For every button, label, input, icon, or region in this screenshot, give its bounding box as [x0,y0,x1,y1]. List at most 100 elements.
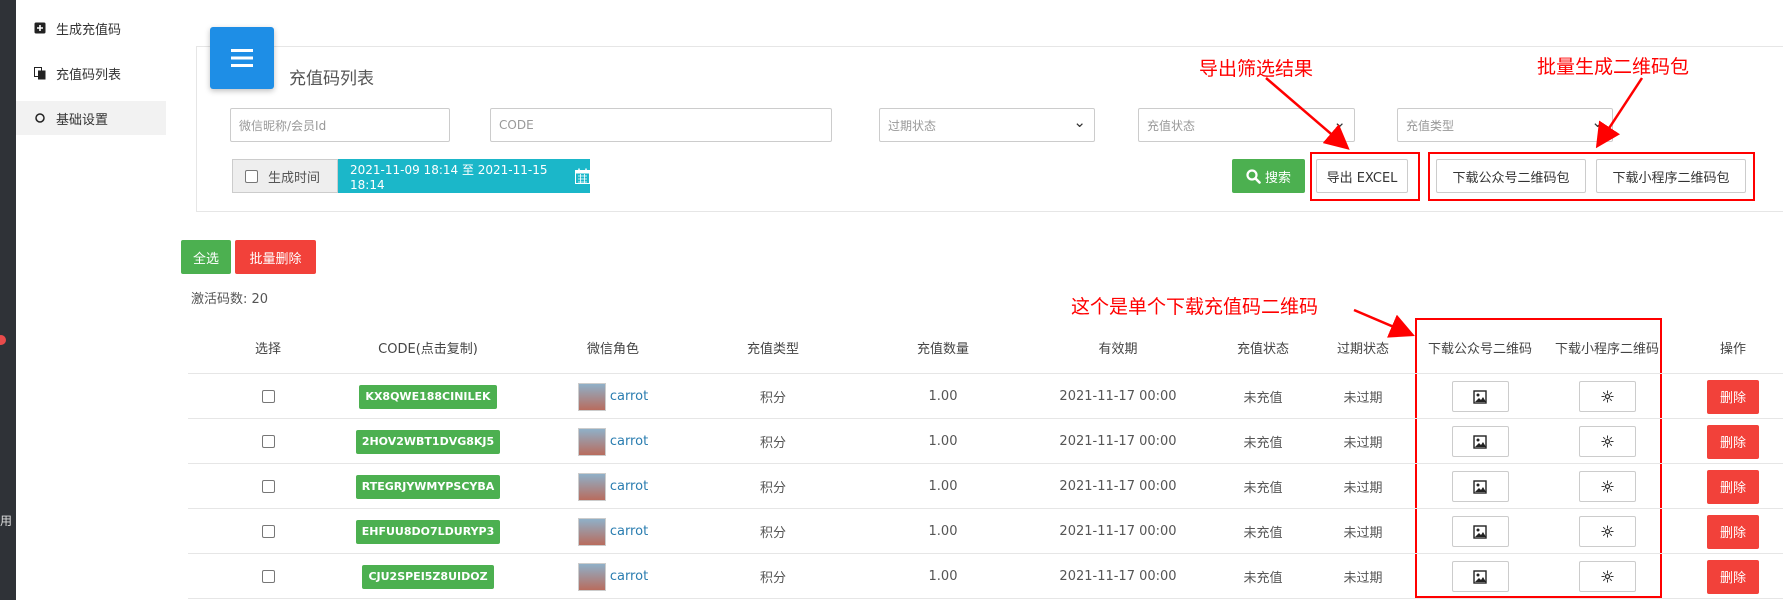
delete-button[interactable]: 删除 [1707,469,1759,504]
actions-cell: 删除 [1698,554,1768,599]
table-row: EHFUU8DO7LDURYP3 carrot 积分 1.00 2021-11-… [188,509,1783,554]
recharge-status-cell: 未充值 [1243,526,1283,541]
avatar [577,517,606,546]
download-mini-qr-button[interactable] [1578,516,1636,547]
table-row: KX8QWE188CINILEK carrot 积分 1.00 2021-11-… [188,374,1783,419]
download-mini-qr-button[interactable] [1578,426,1636,457]
avatar [577,427,606,456]
avatar [577,562,606,591]
header-recharge-amount: 充值数量 [916,342,969,357]
mini-program-icon [1601,570,1613,583]
row-checkbox[interactable] [261,390,275,403]
user-name[interactable]: carrot [610,569,648,584]
row-select-cell [238,554,298,599]
sidebar: 生成充值码 充值码列表 基础设置 [16,0,166,600]
amount-cell: 1.00 [928,569,958,584]
actions-cell: 删除 [1698,419,1768,464]
batch-arrow [1595,77,1644,149]
user-cell: carrot [558,509,668,554]
row-checkbox[interactable] [261,525,275,538]
mini-qr-cell [1552,374,1662,419]
actions-cell: 删除 [1698,374,1768,419]
mini-program-icon [1601,480,1613,493]
row-select-cell [238,374,298,419]
type-cell: 积分 [759,391,786,406]
row-select-cell [238,419,298,464]
download-official-qr-button[interactable] [1451,381,1509,412]
table-header: 选择 CODE(点击复制) 微信角色 充值类型 充值数量 有效期 充值状态 过期… [188,326,1783,374]
valid-cell: 2021-11-17 00:00 [1059,479,1177,494]
valid-cell: 2021-11-17 00:00 [1059,524,1177,539]
left-edge-bar: 用 [0,0,16,600]
amount-cell: 1.00 [928,434,958,449]
export-arrow [1265,77,1350,150]
actions-cell: 删除 [1698,509,1768,554]
user-name[interactable]: carrot [610,434,648,449]
download-official-qr-button[interactable] [1451,561,1509,592]
download-mini-qr-button[interactable] [1578,471,1636,502]
edge-text: 用 [0,514,13,528]
official-qr-cell [1425,554,1535,599]
user-name[interactable]: carrot [610,389,648,404]
header-select: 选择 [254,342,281,357]
download-official-qr-button[interactable] [1451,516,1509,547]
mini-qr-cell [1552,554,1662,599]
code-badge[interactable]: RTEGRJYWMYPSCYBA [355,474,501,499]
select-all-button[interactable]: 全选 [181,240,231,274]
row-checkbox[interactable] [261,480,275,493]
delete-button[interactable]: 删除 [1707,514,1759,549]
mini-program-icon [1601,525,1613,538]
batch-delete-button[interactable]: 批量删除 [235,240,316,274]
table-row: 2HOV2WBT1DVG8KJ5 carrot 积分 1.00 2021-11-… [188,419,1783,464]
recharge-status-cell: 未充值 [1243,436,1283,451]
row-checkbox[interactable] [261,570,275,583]
expire-status-cell: 未过期 [1343,436,1383,451]
amount-cell: 1.00 [928,389,958,404]
download-mini-qr-button[interactable] [1578,381,1636,412]
recharge-status-cell: 未充值 [1243,391,1283,406]
download-mini-qr-button[interactable] [1578,561,1636,592]
user-cell: carrot [558,464,668,509]
user-name[interactable]: carrot [610,524,648,539]
valid-cell: 2021-11-17 00:00 [1059,434,1177,449]
image-icon [1473,479,1487,494]
row-select-cell [238,509,298,554]
code-badge[interactable]: EHFUU8DO7LDURYP3 [355,519,501,544]
official-qr-cell [1425,419,1535,464]
code-cell: CJU2SPEI5Z8UIDOZ [348,554,508,599]
delete-button[interactable]: 删除 [1707,559,1759,594]
official-qr-cell [1425,509,1535,554]
sidebar-item-basic-settings[interactable]: 基础设置 [16,101,166,135]
mini-qr-cell [1552,464,1662,509]
code-badge[interactable]: CJU2SPEI5Z8UIDOZ [362,564,494,589]
header-mini-qr: 下载小程序二维码 [1554,342,1659,357]
code-badge[interactable]: 2HOV2WBT1DVG8KJ5 [355,429,501,454]
notification-dot [0,335,6,345]
code-cell: RTEGRJYWMYPSCYBA [348,464,508,509]
image-icon [1473,524,1487,539]
code-cell: 2HOV2WBT1DVG8KJ5 [348,419,508,464]
header-actions: 操作 [1719,342,1746,357]
sidebar-item-label: 生成充值码 [56,22,122,38]
valid-cell: 2021-11-17 00:00 [1059,569,1177,584]
code-count: 激活码数: 20 [191,292,269,307]
table-row: RTEGRJYWMYPSCYBA carrot 积分 1.00 2021-11-… [188,464,1783,509]
plus-square-icon [34,22,46,34]
expire-status-cell: 未过期 [1343,481,1383,496]
user-name[interactable]: carrot [610,479,648,494]
sidebar-item-generate-code[interactable]: 生成充值码 [16,11,166,45]
official-qr-cell [1425,464,1535,509]
row-select-cell [238,464,298,509]
code-cell: EHFUU8DO7LDURYP3 [348,509,508,554]
delete-button[interactable]: 删除 [1707,424,1759,459]
download-official-qr-button[interactable] [1451,426,1509,457]
download-official-qr-button[interactable] [1451,471,1509,502]
delete-button[interactable]: 删除 [1707,379,1759,414]
row-checkbox[interactable] [261,435,275,448]
sidebar-item-code-list[interactable]: 充值码列表 [16,56,166,90]
mini-qr-cell [1552,419,1662,464]
expire-status-cell: 未过期 [1343,391,1383,406]
actions-cell: 删除 [1698,464,1768,509]
code-badge[interactable]: KX8QWE188CINILEK [359,384,497,409]
header-official-qr: 下载公众号二维码 [1427,342,1532,357]
